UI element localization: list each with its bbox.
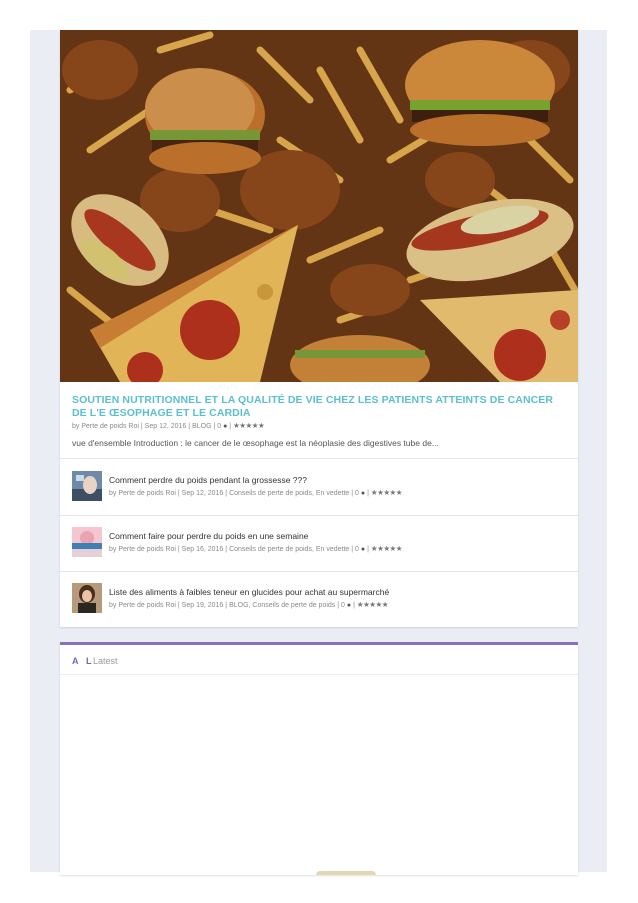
post-thumbnail[interactable] xyxy=(72,471,102,501)
separator: | xyxy=(353,602,355,609)
featured-image[interactable] xyxy=(60,30,578,382)
separator: | xyxy=(225,490,228,497)
featured-post-excerpt: vue d'ensemble Introduction : le cancer … xyxy=(72,438,439,448)
rating-stars-icon: ★★★★★ xyxy=(356,600,389,609)
separator: | xyxy=(225,602,228,609)
comment-count[interactable]: 0 xyxy=(355,490,359,497)
author-link[interactable]: by Perte de poids Roi xyxy=(109,602,176,609)
separator: | xyxy=(229,423,232,430)
post-date: Sep 16, 2016 xyxy=(181,546,224,553)
partial-image xyxy=(316,871,376,875)
post-meta: by Perte de poids Roi | Sep 19, 2016 | B… xyxy=(109,600,388,610)
featured-post-meta: by Perte de poids Roi | Sep 12, 2016 | B… xyxy=(72,421,265,431)
divider xyxy=(60,515,578,516)
featured-posts-card: SOUTIEN NUTRITIONNEL ET LA QUALITÉ DE VI… xyxy=(60,30,578,627)
separator: | xyxy=(337,602,340,609)
separator: | xyxy=(177,490,180,497)
separator: | xyxy=(225,546,228,553)
author-link[interactable]: by Perte de poids Roi xyxy=(109,490,176,497)
category-links[interactable]: Conseils de perte de poids, En vedette xyxy=(229,490,349,497)
post-thumbnail[interactable] xyxy=(72,583,102,613)
separator: | xyxy=(213,423,216,430)
separator: | xyxy=(367,546,369,553)
category-links[interactable]: Conseils de perte de poids, En vedette xyxy=(229,546,349,553)
separator: | xyxy=(351,546,354,553)
separator: | xyxy=(351,490,354,497)
post-date: Sep 19, 2016 xyxy=(181,602,224,609)
separator: | xyxy=(188,423,191,430)
category-link[interactable]: BLOG xyxy=(192,423,211,430)
separator: | xyxy=(140,423,143,430)
post-thumbnail[interactable] xyxy=(72,527,102,557)
rating-stars-icon: ★★★★★ xyxy=(370,488,403,497)
tabbed-posts-card: A L Latest xyxy=(60,642,578,875)
separator: | xyxy=(177,546,180,553)
post-title[interactable]: Liste des aliments à faibles teneur en g… xyxy=(109,587,389,597)
author-link[interactable]: by Perte de poids Roi xyxy=(109,546,176,553)
comment-count[interactable]: 0 xyxy=(217,423,221,430)
separator: | xyxy=(367,490,369,497)
tab-latest[interactable]: Latest xyxy=(93,656,118,666)
rating-stars-icon: ★★★★★ xyxy=(233,421,265,430)
post-meta: by Perte de poids Roi | Sep 12, 2016 | C… xyxy=(109,488,403,498)
comment-bubble-icon: ● xyxy=(360,490,366,497)
divider xyxy=(60,571,578,572)
comment-count[interactable]: 0 xyxy=(355,546,359,553)
post-title[interactable]: Comment perdre du poids pendant la gross… xyxy=(109,475,307,485)
list-item[interactable]: Liste des aliments à faibles teneur en g… xyxy=(72,583,572,623)
separator: | xyxy=(177,602,180,609)
comment-bubble-icon: ● xyxy=(360,546,366,553)
post-date: Sep 12, 2016 xyxy=(144,423,187,430)
list-item[interactable]: Comment perdre du poids pendant la gross… xyxy=(72,471,572,511)
divider xyxy=(60,458,578,459)
tab-a[interactable]: A xyxy=(72,656,79,666)
author-link[interactable]: by Perte de poids Roi xyxy=(72,423,139,430)
comment-bubble-icon: ● xyxy=(223,423,228,430)
tab-l[interactable]: L xyxy=(86,656,92,666)
divider xyxy=(60,674,578,675)
comment-bubble-icon: ● xyxy=(346,602,352,609)
post-date: Sep 12, 2016 xyxy=(181,490,224,497)
post-title[interactable]: Comment faire pour perdre du poids en un… xyxy=(109,531,308,541)
post-meta: by Perte de poids Roi | Sep 16, 2016 | C… xyxy=(109,544,403,554)
category-links[interactable]: BLOG, Conseils de perte de poids xyxy=(229,602,335,609)
featured-post-title[interactable]: SOUTIEN NUTRITIONNEL ET LA QUALITÉ DE VI… xyxy=(72,394,562,420)
list-item[interactable]: Comment faire pour perdre du poids en un… xyxy=(72,527,572,567)
comment-count[interactable]: 0 xyxy=(341,602,345,609)
rating-stars-icon: ★★★★★ xyxy=(370,544,403,553)
